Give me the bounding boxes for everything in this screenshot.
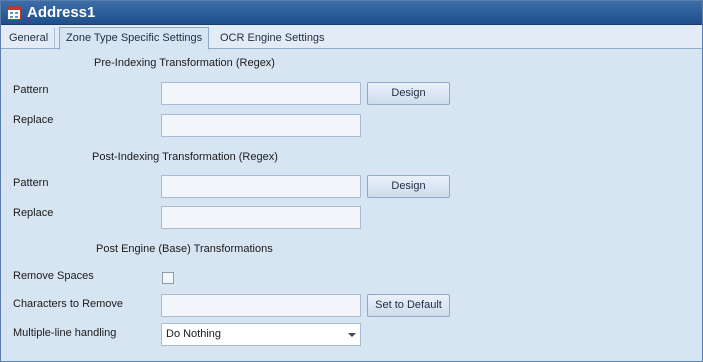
set-to-default-button[interactable]: Set to Default (367, 294, 450, 317)
pre-indexing-heading: Pre-Indexing Transformation (Regex) (94, 57, 275, 69)
post-design-button[interactable]: Design (367, 175, 450, 198)
remove-spaces-label: Remove Spaces (13, 270, 94, 282)
chars-to-remove-input[interactable] (161, 294, 361, 317)
remove-spaces-checkbox[interactable] (162, 272, 174, 284)
pre-pattern-input[interactable] (161, 82, 361, 105)
pre-replace-input[interactable] (161, 114, 361, 137)
post-indexing-heading: Post-Indexing Transformation (Regex) (92, 151, 278, 163)
title-bar: Address1 (1, 1, 702, 25)
window-title: Address1 (27, 4, 96, 21)
pre-replace-label: Replace (13, 114, 54, 126)
post-replace-input[interactable] (161, 206, 361, 229)
multiline-handling-label: Multiple-line handling (13, 327, 117, 339)
form-grid-icon (7, 6, 21, 20)
pre-design-button[interactable]: Design (367, 82, 450, 105)
chevron-down-icon[interactable] (348, 333, 356, 337)
tab-zone-type-specific-settings[interactable]: Zone Type Specific Settings (59, 27, 210, 50)
pre-pattern-label: Pattern (13, 84, 49, 96)
properties-window: Address1 General Zone Type Specific Sett… (0, 0, 703, 362)
post-pattern-input[interactable] (161, 175, 361, 198)
multiline-handling-select[interactable]: Do Nothing (161, 323, 361, 346)
post-engine-heading: Post Engine (Base) Transformations (96, 243, 273, 255)
tab-ocr-engine-settings[interactable]: OCR Engine Settings (214, 28, 331, 49)
post-pattern-label: Pattern (13, 177, 49, 189)
tab-general[interactable]: General (3, 28, 56, 49)
post-replace-label: Replace (13, 207, 54, 219)
multiline-handling-value: Do Nothing (166, 328, 222, 340)
tab-strip: General Zone Type Specific Settings OCR … (1, 25, 702, 50)
chars-to-remove-label: Characters to Remove (13, 298, 124, 310)
